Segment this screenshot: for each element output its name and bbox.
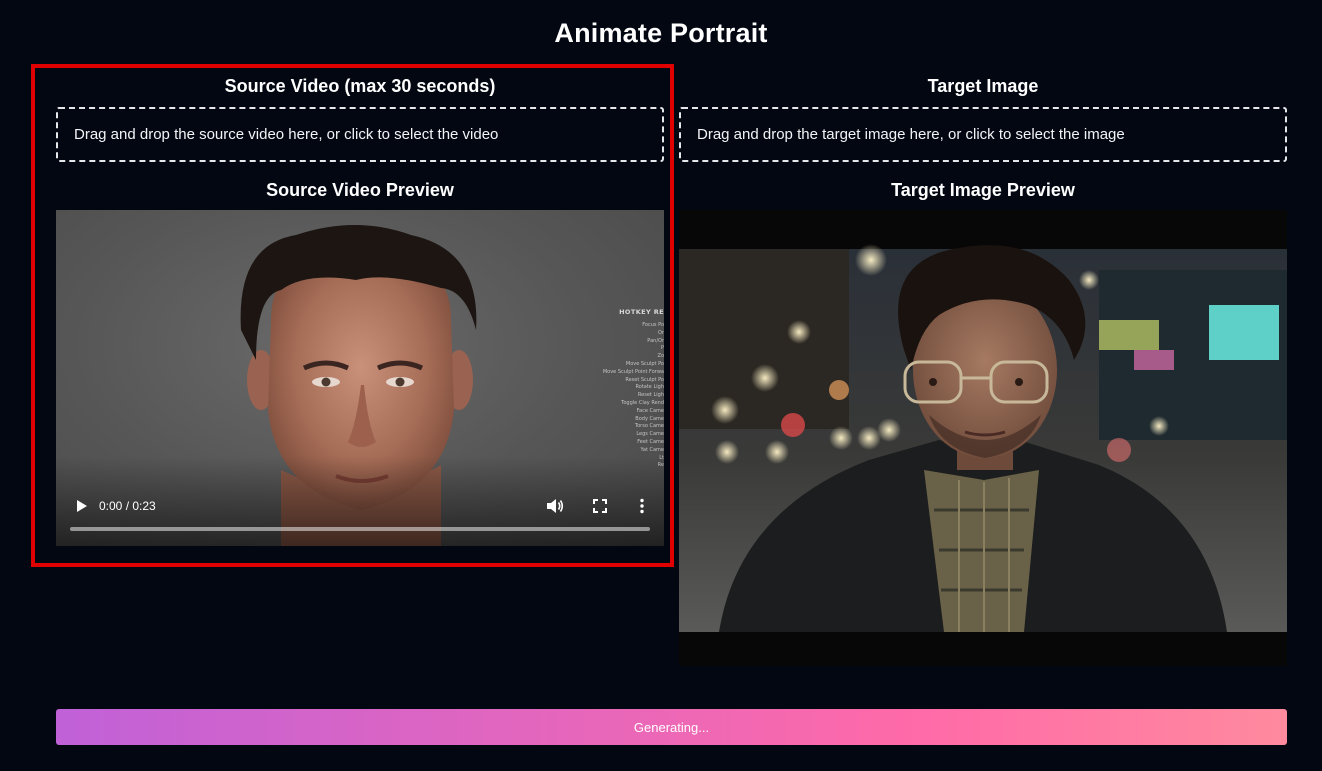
source-dropzone-text: Drag and drop the source video here, or …	[74, 126, 499, 143]
hotkey-overlay-line: Move Sculpt Po	[625, 360, 664, 367]
animate-portrait-page: Animate Portrait Source Video (max 30 se…	[0, 0, 1322, 771]
hotkey-overlay-line: Torso Came	[634, 423, 664, 430]
video-controls: 0:00 / 0:23	[56, 486, 664, 546]
generate-button[interactable]: Generating...	[56, 709, 1287, 745]
source-video-player[interactable]: HOTKEY RE Focus Po Or Pan/Or P Zo Move S…	[56, 210, 664, 546]
hotkey-overlay-line: Zo	[657, 353, 664, 360]
play-icon[interactable]	[74, 498, 88, 514]
source-video-dropzone[interactable]: Drag and drop the source video here, or …	[56, 107, 664, 162]
hotkey-overlay-line: Reset Ligh	[637, 392, 664, 399]
target-dropzone-text: Drag and drop the target image here, or …	[697, 126, 1125, 143]
hotkey-overlay-line: Move Sculpt Point Forwa	[602, 368, 664, 375]
hotkey-overlay-title: HOTKEY RE	[619, 308, 664, 316]
target-preview-title: Target Image Preview	[891, 180, 1075, 200]
hotkey-overlay-line: Focus Po	[642, 322, 664, 328]
source-video-title: Source Video (max 30 seconds)	[224, 76, 496, 96]
fullscreen-icon[interactable]	[592, 498, 608, 514]
hotkey-overlay-line: Yat Came	[640, 446, 664, 453]
volume-icon[interactable]	[546, 498, 564, 514]
hotkey-overlay-line: P	[660, 345, 664, 352]
video-progress-bar[interactable]	[70, 527, 650, 531]
hotkey-overlay-line: Legs Came	[636, 431, 664, 438]
target-image-preview	[679, 210, 1287, 666]
hotkey-overlay-line: Pan/Or	[647, 337, 664, 344]
hotkey-overlay-line: Feet Came	[637, 438, 664, 445]
hotkey-overlay-line: Rotate Ligh	[635, 384, 664, 391]
target-image-title: Target Image	[927, 76, 1039, 96]
more-vertical-icon[interactable]	[638, 498, 646, 514]
hotkey-overlay-line: Body Came	[635, 415, 664, 422]
hotkey-overlay-line: Or	[658, 329, 664, 336]
video-time: 0:00 / 0:23	[99, 499, 156, 513]
generate-button-label: Generating...	[633, 719, 710, 735]
hotkey-overlay-line: Toggle Clay Rend	[621, 399, 664, 406]
hotkey-overlay-line: Reset Sculpt Po	[625, 376, 664, 383]
page-title: Animate Portrait	[554, 18, 768, 48]
hotkey-overlay-line: Face Came	[636, 407, 664, 414]
target-portrait-image	[679, 210, 1287, 666]
hotkey-overlay: HOTKEY RE Focus Po Or Pan/Or P Zo Move S…	[602, 308, 664, 470]
source-preview-title: Source Video Preview	[266, 180, 454, 200]
target-image-dropzone[interactable]: Drag and drop the target image here, or …	[679, 107, 1287, 162]
